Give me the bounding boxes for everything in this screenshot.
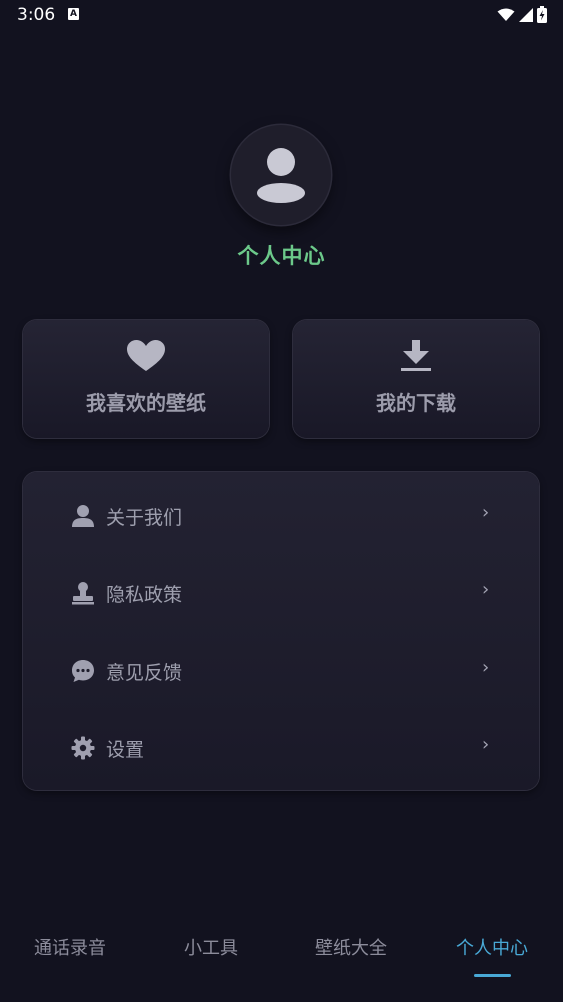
wifi-icon	[497, 7, 515, 26]
menu-item-label: 关于我们	[106, 507, 183, 529]
signal-icon	[519, 7, 533, 26]
heart-icon	[127, 340, 165, 371]
menu-item-privacy-policy[interactable]: 隐私政策 ›	[23, 563, 539, 623]
tab-tools[interactable]: 小工具	[141, 934, 281, 960]
status-icons	[497, 6, 547, 27]
stamp-icon	[71, 581, 95, 605]
page-title: 个人中心	[237, 244, 326, 268]
avatar[interactable]	[231, 125, 331, 225]
battery-charging-icon	[537, 6, 547, 27]
my-downloads-label: 我的下载	[376, 391, 456, 415]
chevron-right-icon: ›	[482, 579, 490, 600]
status-time: 3:06	[17, 5, 56, 25]
tab-call-recording[interactable]: 通话录音	[0, 934, 140, 960]
tab-profile[interactable]: 个人中心	[422, 934, 562, 960]
bottom-nav: 通话录音 小工具 壁纸大全 个人中心	[0, 910, 563, 1002]
menu-item-label: 设置	[106, 739, 145, 761]
menu-item-feedback[interactable]: 意见反馈 ›	[23, 641, 539, 701]
status-bar: 3:06 A	[0, 0, 563, 32]
chevron-right-icon: ›	[482, 734, 490, 755]
user-avatar-icon	[257, 148, 305, 203]
favorite-wallpapers-label: 我喜欢的壁纸	[86, 391, 206, 415]
my-downloads-card[interactable]: 我的下载	[293, 320, 539, 438]
notification-icon: A	[68, 8, 79, 20]
active-tab-indicator	[474, 974, 511, 977]
favorite-wallpapers-card[interactable]: 我喜欢的壁纸	[23, 320, 269, 438]
chat-bubble-icon	[71, 659, 95, 683]
menu-item-label: 意见反馈	[106, 662, 183, 684]
menu-item-about-us[interactable]: 关于我们 ›	[23, 486, 539, 546]
user-icon	[71, 504, 95, 528]
download-icon	[401, 340, 431, 371]
menu-item-label: 隐私政策	[106, 584, 183, 606]
chevron-right-icon: ›	[482, 502, 490, 523]
chevron-right-icon: ›	[482, 657, 490, 678]
gear-icon	[71, 736, 95, 760]
settings-menu: 关于我们 › 隐私政策 › 意见反馈 › 设置 ›	[23, 472, 539, 790]
menu-item-settings[interactable]: 设置 ›	[23, 718, 539, 778]
tab-wallpapers[interactable]: 壁纸大全	[281, 934, 421, 960]
